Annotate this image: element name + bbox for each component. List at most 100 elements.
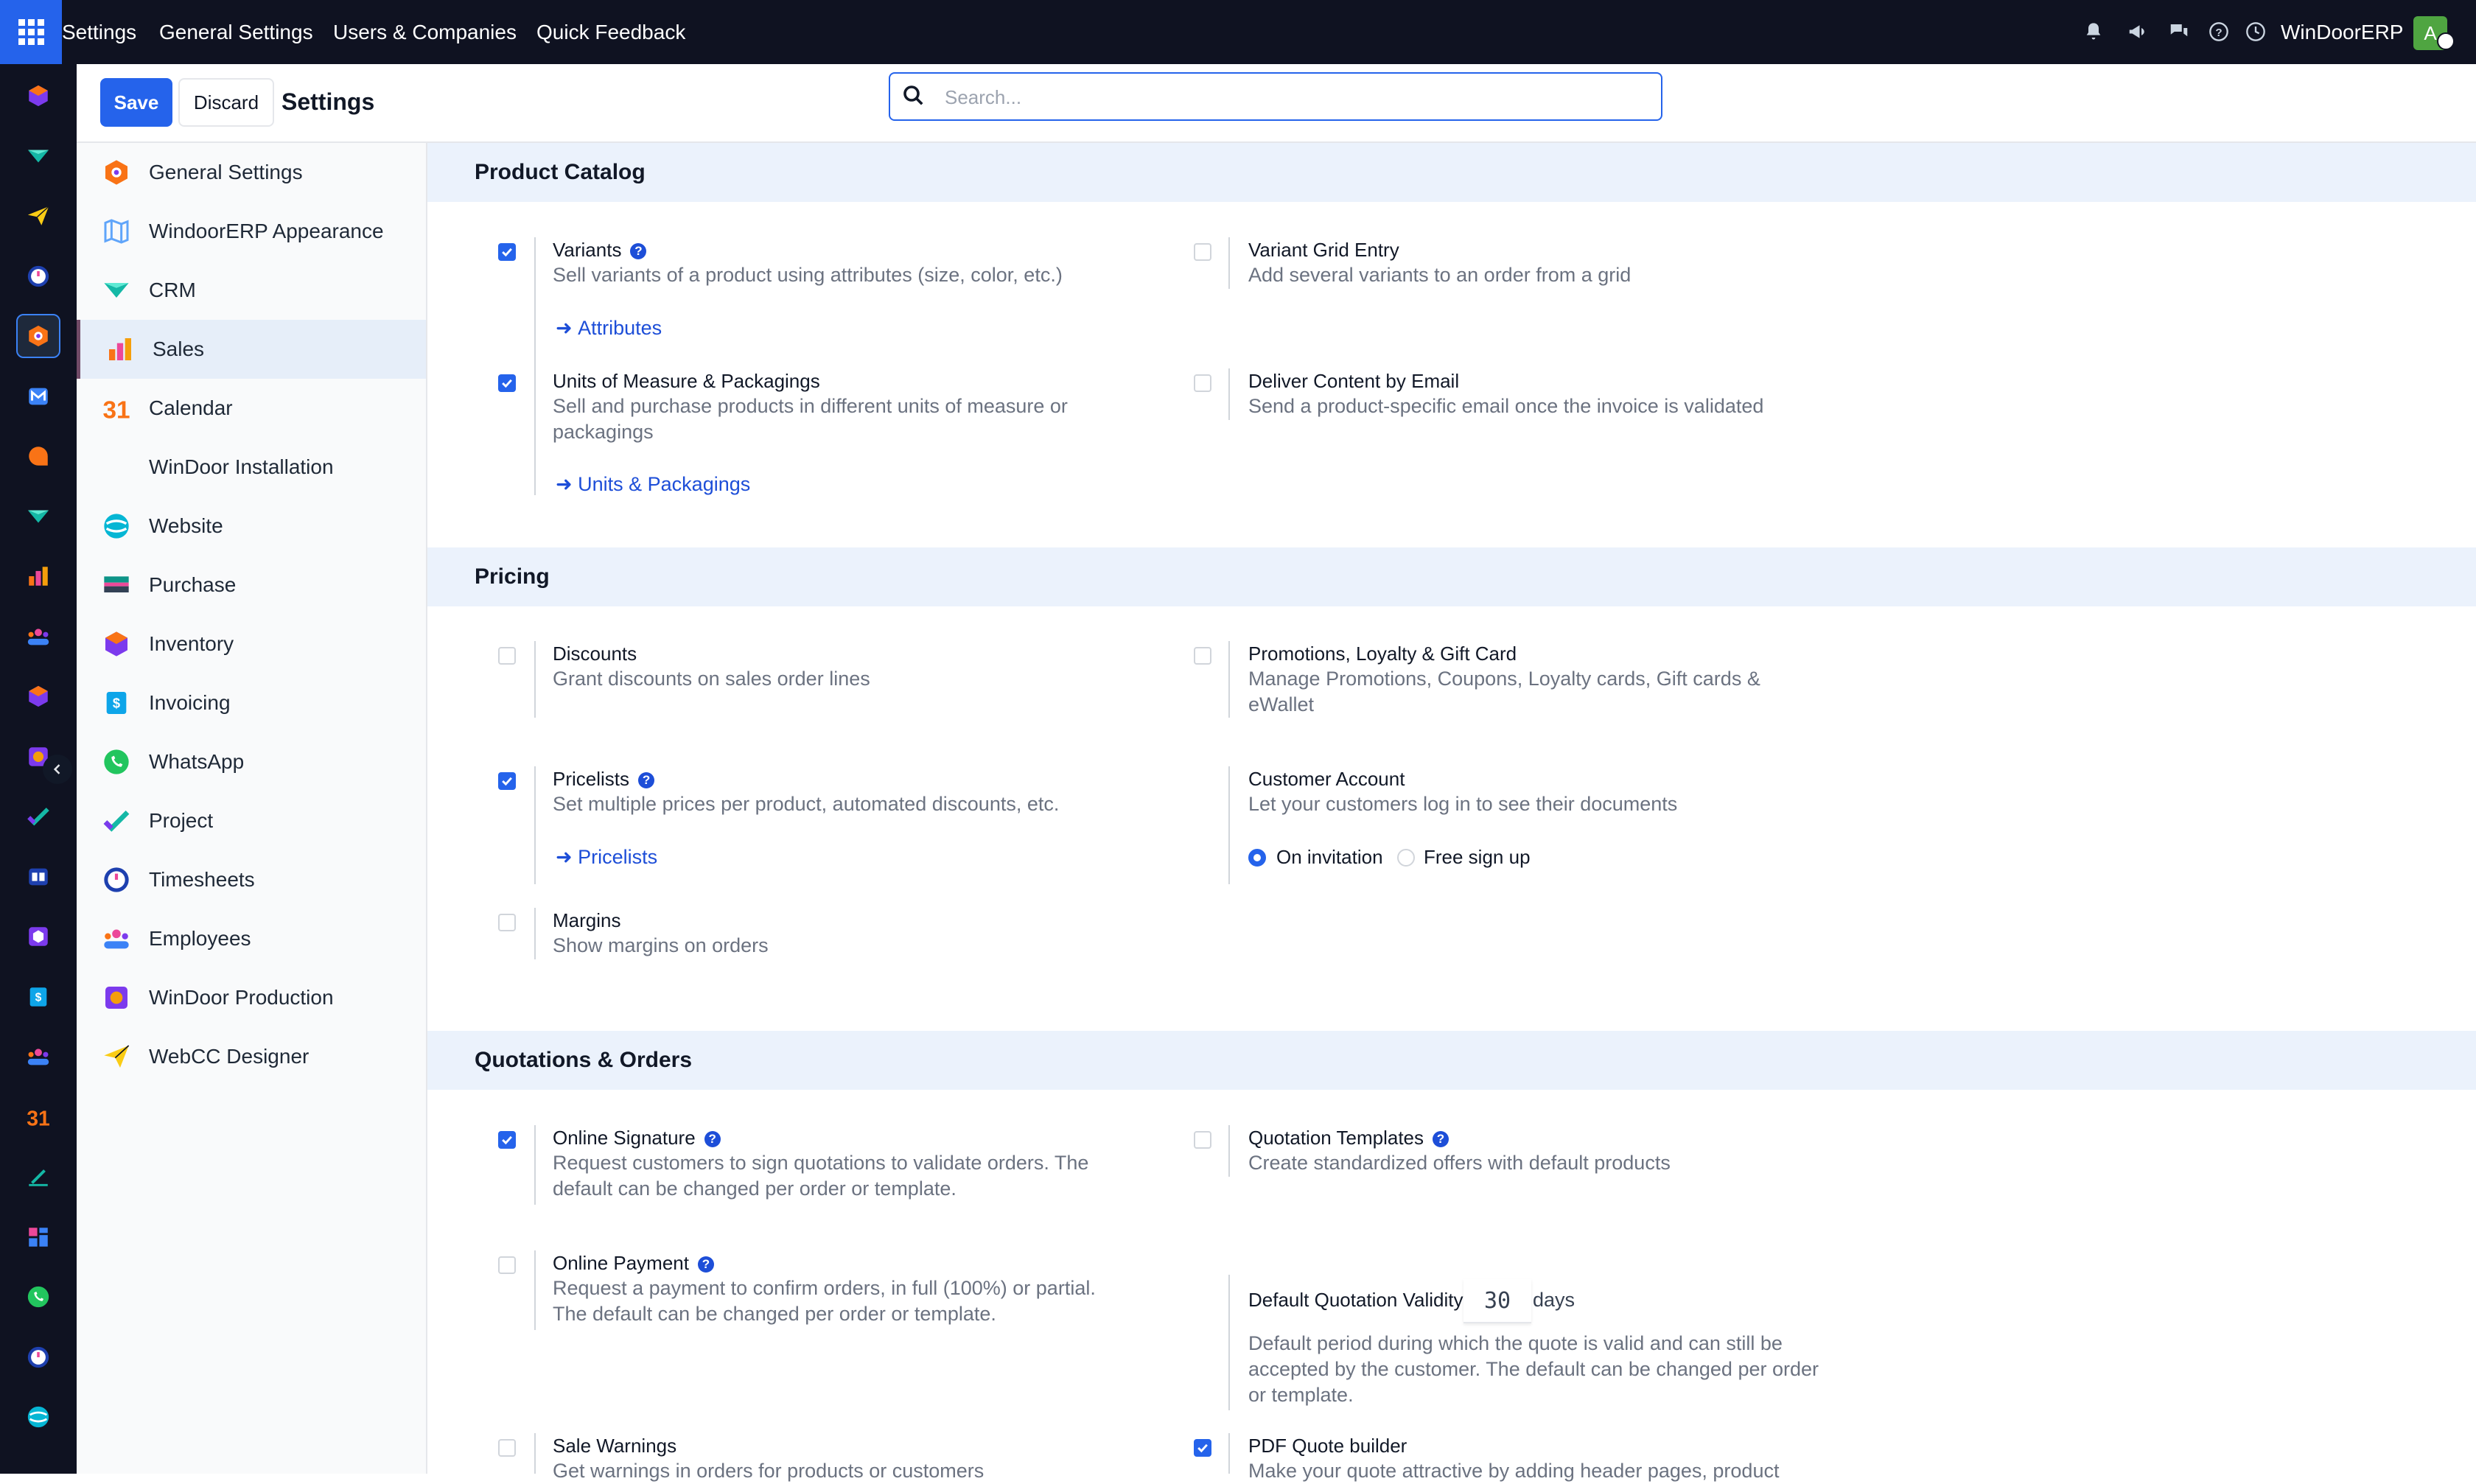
chat-icon[interactable] — [2164, 16, 2195, 47]
menu-users-companies[interactable]: Users & Companies — [333, 0, 517, 64]
pricelists-setting: Pricelists? — [553, 766, 655, 791]
radio-free-signup-label[interactable]: Free sign up — [1424, 844, 1531, 869]
pricelists-link[interactable]: ➜ Pricelists — [556, 844, 657, 869]
help-icon[interactable]: ? — [704, 1131, 721, 1148]
sidebar-item-project[interactable]: Project — [77, 791, 426, 850]
sidebar-item-timesheets[interactable]: Timesheets — [77, 850, 426, 909]
help-icon[interactable]: ? — [2203, 16, 2234, 47]
crm-icon[interactable] — [18, 496, 59, 537]
webcc-designer-icon[interactable] — [18, 195, 59, 237]
discounts-checkbox[interactable] — [498, 647, 516, 665]
sidebar-item-windoorerp-appearance[interactable]: WindoorERP Appearance — [77, 202, 426, 261]
menu-quick-feedback[interactable]: Quick Feedback — [536, 0, 685, 64]
sidebar-item-employees[interactable]: Employees — [77, 909, 426, 968]
online-payment-title: Online Payment — [553, 1252, 689, 1274]
project-icon — [99, 803, 134, 839]
margins-checkbox[interactable] — [498, 914, 516, 931]
save-button[interactable]: Save — [100, 78, 172, 127]
megaphone-icon[interactable] — [2122, 16, 2153, 47]
pricelists-checkbox[interactable] — [498, 772, 516, 790]
timesheets-icon[interactable] — [18, 1337, 59, 1378]
discuss-icon[interactable] — [18, 435, 59, 477]
inventory-icon[interactable] — [18, 75, 59, 116]
invoicing-icon[interactable]: $ — [18, 976, 59, 1018]
online-payment-checkbox[interactable] — [498, 1256, 516, 1274]
radio-on-invitation[interactable] — [1248, 849, 1266, 867]
sale-warnings-checkbox[interactable] — [498, 1439, 516, 1457]
bell-icon[interactable] — [2078, 16, 2109, 47]
sidebar-item-calendar[interactable]: 31 Calendar — [77, 379, 426, 438]
sidebar-item-windoor-installation[interactable]: WinDoor Installation — [77, 438, 426, 497]
general-settings-icon[interactable] — [16, 314, 60, 358]
customer-account-title: Customer Account — [1248, 768, 1405, 790]
help-icon[interactable]: ? — [697, 1256, 714, 1273]
radio-free-signup[interactable] — [1397, 849, 1415, 867]
help-icon[interactable]: ? — [638, 772, 655, 789]
variant-grid-checkbox[interactable] — [1194, 243, 1211, 261]
collapse-rail-button[interactable] — [43, 755, 72, 784]
sidebar-item-invoicing[interactable]: $ Invoicing — [77, 673, 426, 732]
sidebar-item-crm[interactable]: CRM — [77, 261, 426, 320]
help-icon[interactable]: ? — [1433, 1131, 1449, 1148]
radio-on-invitation-label[interactable]: On invitation — [1276, 844, 1383, 869]
online-signature-description: Request customers to sign quotations to … — [553, 1152, 1089, 1200]
svg-text:31: 31 — [27, 1107, 50, 1130]
variants-checkbox[interactable] — [498, 243, 516, 261]
deliver-email-checkbox[interactable] — [1194, 374, 1211, 392]
attributes-link[interactable]: ➜ Attributes — [556, 315, 662, 340]
sidebar-item-inventory[interactable]: Inventory — [77, 615, 426, 673]
inventory-box-icon[interactable] — [18, 916, 59, 957]
sidebar-item-general-settings[interactable]: General Settings — [77, 143, 426, 202]
sidebar-item-sales[interactable]: Sales — [77, 320, 426, 379]
sidebar-item-website[interactable]: Website — [77, 497, 426, 556]
app-menu-button[interactable] — [0, 0, 62, 64]
dashboard-icon[interactable] — [18, 1217, 59, 1258]
menu-general-settings[interactable]: General Settings — [159, 0, 313, 64]
svg-text:$: $ — [35, 991, 42, 1004]
variant-grid-description: Add several variants to an order from a … — [1248, 264, 1632, 286]
inventory-icon[interactable] — [18, 676, 59, 717]
sidebar-item-webcc-designer[interactable]: WebCC Designer — [77, 1027, 426, 1086]
help-icon[interactable]: ? — [630, 243, 647, 260]
knowledge-icon[interactable] — [18, 856, 59, 897]
website-icon[interactable] — [18, 1396, 59, 1438]
clock-icon[interactable] — [2240, 16, 2271, 47]
employees-icon[interactable] — [18, 1036, 59, 1077]
whatsapp-icon[interactable] — [18, 1276, 59, 1317]
units-packagings-link[interactable]: ➜ Units & Packagings — [556, 472, 750, 497]
sidebar-item-label: WinDoor Production — [149, 986, 334, 1009]
calendar-icon[interactable]: 31 — [18, 1096, 59, 1138]
units-packagings-link-label: Units & Packagings — [578, 473, 751, 495]
discard-button[interactable]: Discard — [178, 78, 274, 127]
section-title-product-catalog: Product Catalog — [475, 160, 646, 184]
setting-divider — [534, 237, 536, 495]
online-signature-checkbox[interactable] — [498, 1131, 516, 1149]
sidebar-item-windoor-production[interactable]: WinDoor Production — [77, 968, 426, 1027]
pdf-quote-checkbox[interactable] — [1194, 1439, 1211, 1457]
setting-divider — [1228, 1433, 1230, 1474]
pdf-quote-description: Make your quote attractive by adding hea… — [1248, 1460, 1780, 1482]
quotation-templates-checkbox[interactable] — [1194, 1131, 1211, 1149]
sign-icon[interactable] — [18, 1156, 59, 1197]
search-input[interactable] — [943, 74, 1654, 121]
crm-icon[interactable] — [18, 136, 59, 177]
inventory-icon — [99, 626, 134, 662]
sidebar-item-purchase[interactable]: Purchase — [77, 556, 426, 615]
setting-divider — [534, 908, 536, 959]
email-marketing-icon[interactable] — [18, 376, 59, 417]
timesheets-icon[interactable] — [18, 256, 59, 297]
promotions-checkbox[interactable] — [1194, 647, 1211, 665]
validity-days-input[interactable] — [1463, 1279, 1531, 1323]
employees-icon[interactable] — [18, 616, 59, 657]
variants-title: Variants — [553, 239, 622, 261]
project-icon[interactable] — [18, 796, 59, 837]
setting-divider — [1228, 368, 1230, 420]
menu-settings[interactable]: Settings — [62, 0, 136, 64]
sales-icon[interactable] — [18, 556, 59, 597]
company-switcher[interactable]: WinDoorERP — [2281, 0, 2403, 64]
deliver-email-description: Send a product-specific email once the i… — [1248, 395, 1764, 417]
quotation-templates-title: Quotation Templates — [1248, 1127, 1424, 1149]
sidebar-item-whatsapp[interactable]: WhatsApp — [77, 732, 426, 791]
uom-checkbox[interactable] — [498, 374, 516, 392]
chevron-left-icon — [53, 764, 60, 774]
